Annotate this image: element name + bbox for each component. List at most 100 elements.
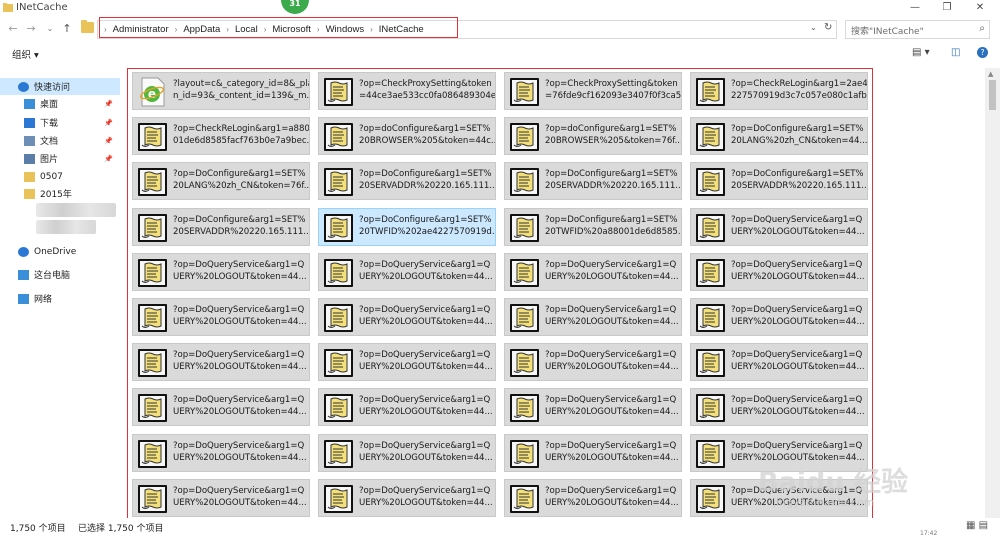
breadcrumb-item-windows[interactable]: Windows — [326, 24, 365, 35]
file-tile[interactable]: ?op=DoQueryService&arg1=Q UERY%20LOGOUT&t… — [318, 478, 496, 517]
file-tile[interactable]: ?op=DoConfigure&arg1=SET% 20SERVADDR%2022… — [318, 162, 496, 201]
file-tile[interactable]: ?op=DoConfigure&arg1=SET% 20SERVADDR%2022… — [690, 162, 868, 201]
pin-icon[interactable]: 📌 — [104, 137, 113, 145]
config-file-icon — [136, 438, 169, 470]
forward-button[interactable]: → — [24, 21, 38, 37]
sidebar-item-6[interactable]: 2015年 — [0, 185, 120, 202]
file-tile[interactable]: e ?layout=c&_category_id=8&_pla n_id=93&_c… — [132, 72, 310, 110]
sidebar-item-2[interactable]: 下载 📌 — [0, 114, 120, 131]
file-tile[interactable]: ?op=CheckReLogin&arg1=a880 01de6d8585facf… — [132, 117, 310, 156]
file-tile[interactable]: ?op=DoQueryService&arg1=Q UERY%20LOGOUT&t… — [690, 298, 868, 336]
file-name-line-1: ?op=DoQueryService&arg1=Q — [731, 259, 863, 270]
file-tile[interactable]: ?op=DoQueryService&arg1=Q UERY%20LOGOUT&t… — [318, 433, 496, 472]
file-tile[interactable]: ?op=DoQueryService&arg1=Q UERY%20LOGOUT&t… — [690, 388, 868, 427]
view-options-button[interactable]: ▤ ▾ — [912, 47, 930, 58]
breadcrumb-item-appdata[interactable]: AppData — [183, 24, 220, 35]
search-icon[interactable]: ⌕ — [979, 23, 985, 34]
config-file-icon — [694, 166, 727, 198]
sidebar-item-9[interactable]: 网络 — [0, 290, 120, 307]
file-name-line-1: ?op=CheckReLogin&arg1=2ae4 — [731, 79, 868, 89]
breadcrumb-item-administrator[interactable]: Administrator — [113, 24, 169, 35]
file-tile[interactable]: ?op=CheckProxySetting&token =76fde9cf1620… — [504, 72, 682, 110]
breadcrumb-separator[interactable]: › — [175, 25, 178, 34]
selected-count: 已选择 1,750 个项目 — [78, 524, 164, 534]
watermark-logo: Baidu 经验 — [758, 467, 909, 498]
search-input[interactable]: 搜索"INetCache" ⌕ — [845, 20, 990, 39]
help-icon[interactable]: ? — [977, 47, 988, 58]
file-name-line-2: 20BROWSER%205&token=76f... — [545, 136, 682, 147]
file-tile[interactable]: ?op=DoQueryService&arg1=Q UERY%20LOGOUT&t… — [504, 252, 682, 291]
sidebar-item-5[interactable]: 0507 — [0, 168, 120, 185]
breadcrumb-separator[interactable]: › — [370, 25, 373, 34]
file-tile[interactable]: ?op=DoQueryService&arg1=Q UERY%20LOGOUT&t… — [504, 298, 682, 336]
breadcrumb-item-microsoft[interactable]: Microsoft — [272, 24, 311, 35]
file-tile[interactable]: ?op=doConfigure&arg1=SET% 20BROWSER%205&t… — [318, 117, 496, 156]
sidebar-item-8[interactable]: 这台电脑 — [0, 266, 120, 283]
file-tile[interactable]: ?op=DoQueryService&arg1=Q UERY%20LOGOUT&t… — [132, 252, 310, 291]
maximize-button[interactable]: ❐ — [932, 0, 962, 16]
file-name-line-1: ?op=DoQueryService&arg1=Q — [545, 440, 677, 451]
breadcrumb-separator[interactable]: › — [226, 25, 229, 34]
network-icon — [18, 293, 29, 304]
file-tile[interactable]: ?op=DoQueryService&arg1=Q UERY%20LOGOUT&t… — [504, 433, 682, 472]
back-button[interactable]: ← — [6, 21, 20, 37]
preview-pane-button[interactable]: ◫ — [951, 47, 960, 58]
sidebar-item-1[interactable]: 桌面 📌 — [0, 95, 120, 112]
file-tile[interactable]: ?op=DoQueryService&arg1=Q UERY%20LOGOUT&t… — [690, 343, 868, 382]
pin-icon[interactable]: 📌 — [104, 100, 113, 108]
organize-button[interactable]: 组织 ▾ — [12, 47, 39, 61]
file-tile[interactable]: ?op=DoQueryService&arg1=Q UERY%20LOGOUT&t… — [132, 388, 310, 427]
breadcrumb-item-local[interactable]: Local — [235, 24, 258, 35]
pin-icon[interactable]: 📌 — [104, 155, 113, 163]
file-tile[interactable]: ?op=DoQueryService&arg1=Q UERY%20LOGOUT&t… — [132, 343, 310, 382]
config-file-icon — [508, 121, 541, 153]
up-button[interactable]: ↑ — [60, 21, 74, 37]
file-tile[interactable]: ?op=DoQueryService&arg1=Q UERY%20LOGOUT&t… — [318, 388, 496, 427]
file-tile[interactable]: ?op=DoQueryService&arg1=Q UERY%20LOGOUT&t… — [132, 298, 310, 336]
recent-locations-dropdown[interactable]: ⌄ — [43, 21, 57, 37]
sidebar-item-3[interactable]: 文档 📌 — [0, 132, 120, 149]
file-tile[interactable]: ?op=DoConfigure&arg1=SET% 20LANG%20zh_CN&… — [132, 162, 310, 201]
sidebar-item-0[interactable]: 快速访问 — [0, 78, 120, 95]
sidebar-item-label: 2015年 — [40, 190, 72, 200]
config-file-icon — [136, 483, 169, 515]
file-tile[interactable]: ?op=DoConfigure&arg1=SET% 20TWFID%202ae42… — [318, 207, 496, 246]
star-icon — [18, 81, 29, 92]
address-bar[interactable]: › Administrator › AppData › Local › Microsoft › W… — [97, 20, 837, 39]
scroll-up-icon[interactable]: ▲ — [988, 70, 993, 78]
file-name-line-1: ?op=DoConfigure&arg1=SET% — [173, 169, 306, 180]
file-tile[interactable]: ?op=DoQueryService&arg1=Q UERY%20LOGOUT&t… — [132, 478, 310, 517]
file-tile[interactable]: ?op=DoConfigure&arg1=SET% 20SERVADDR%2022… — [132, 207, 310, 246]
breadcrumb-item-inetcache[interactable]: INetCache — [379, 24, 424, 35]
sidebar-item-4[interactable]: 图片 📌 — [0, 150, 120, 167]
file-tile[interactable]: ?op=DoQueryService&arg1=Q UERY%20LOGOUT&t… — [318, 252, 496, 291]
pin-icon[interactable]: 📌 — [104, 119, 113, 127]
file-tile[interactable]: ?op=DoQueryService&arg1=Q UERY%20LOGOUT&t… — [504, 478, 682, 517]
view-toggle-buttons[interactable]: ▦ ▤ — [966, 520, 988, 531]
vertical-scrollbar[interactable]: ▲ — [985, 68, 1000, 518]
breadcrumb-separator[interactable]: › — [264, 25, 267, 34]
file-tile[interactable]: ?op=DoQueryService&arg1=Q UERY%20LOGOUT&t… — [318, 298, 496, 336]
refresh-icon[interactable]: ↻ — [824, 22, 832, 33]
breadcrumb-separator[interactable]: › — [317, 25, 320, 34]
file-tile[interactable]: ?op=DoQueryService&arg1=Q UERY%20LOGOUT&t… — [132, 433, 310, 472]
breadcrumb-separator[interactable]: › — [104, 25, 107, 34]
address-dropdown[interactable]: ⌄ — [810, 23, 817, 32]
config-file-icon — [508, 392, 541, 424]
file-tile[interactable]: ?op=DoConfigure&arg1=SET% 20LANG%20zh_CN&… — [690, 117, 868, 156]
file-tile[interactable]: ?op=DoQueryService&arg1=Q UERY%20LOGOUT&t… — [690, 252, 868, 291]
file-tile[interactable]: ?op=DoQueryService&arg1=Q UERY%20LOGOUT&t… — [318, 343, 496, 382]
file-name-line-2: UERY%20LOGOUT&token=44... — [545, 407, 679, 418]
close-button[interactable]: ✕ — [965, 0, 995, 16]
file-tile[interactable]: ?op=DoQueryService&arg1=Q UERY%20LOGOUT&t… — [504, 343, 682, 382]
minimize-button[interactable]: — — [900, 0, 930, 16]
file-tile[interactable]: ?op=DoConfigure&arg1=SET% 20SERVADDR%2022… — [504, 162, 682, 201]
scroll-thumb[interactable] — [989, 80, 996, 110]
file-tile[interactable]: ?op=DoQueryService&arg1=Q UERY%20LOGOUT&t… — [504, 388, 682, 427]
file-tile[interactable]: ?op=doConfigure&arg1=SET% 20BROWSER%205&t… — [504, 117, 682, 156]
file-tile[interactable]: ?op=DoConfigure&arg1=SET% 20TWFID%20a8800… — [504, 207, 682, 246]
file-tile[interactable]: ?op=DoQueryService&arg1=Q UERY%20LOGOUT&t… — [690, 207, 868, 246]
file-tile[interactable]: ?op=CheckReLogin&arg1=2ae4 227570919d3c7c… — [690, 72, 868, 110]
file-tile[interactable]: ?op=CheckProxySetting&token =44ce3ae533cc… — [318, 72, 496, 110]
sidebar-item-7[interactable]: OneDrive — [0, 243, 120, 260]
